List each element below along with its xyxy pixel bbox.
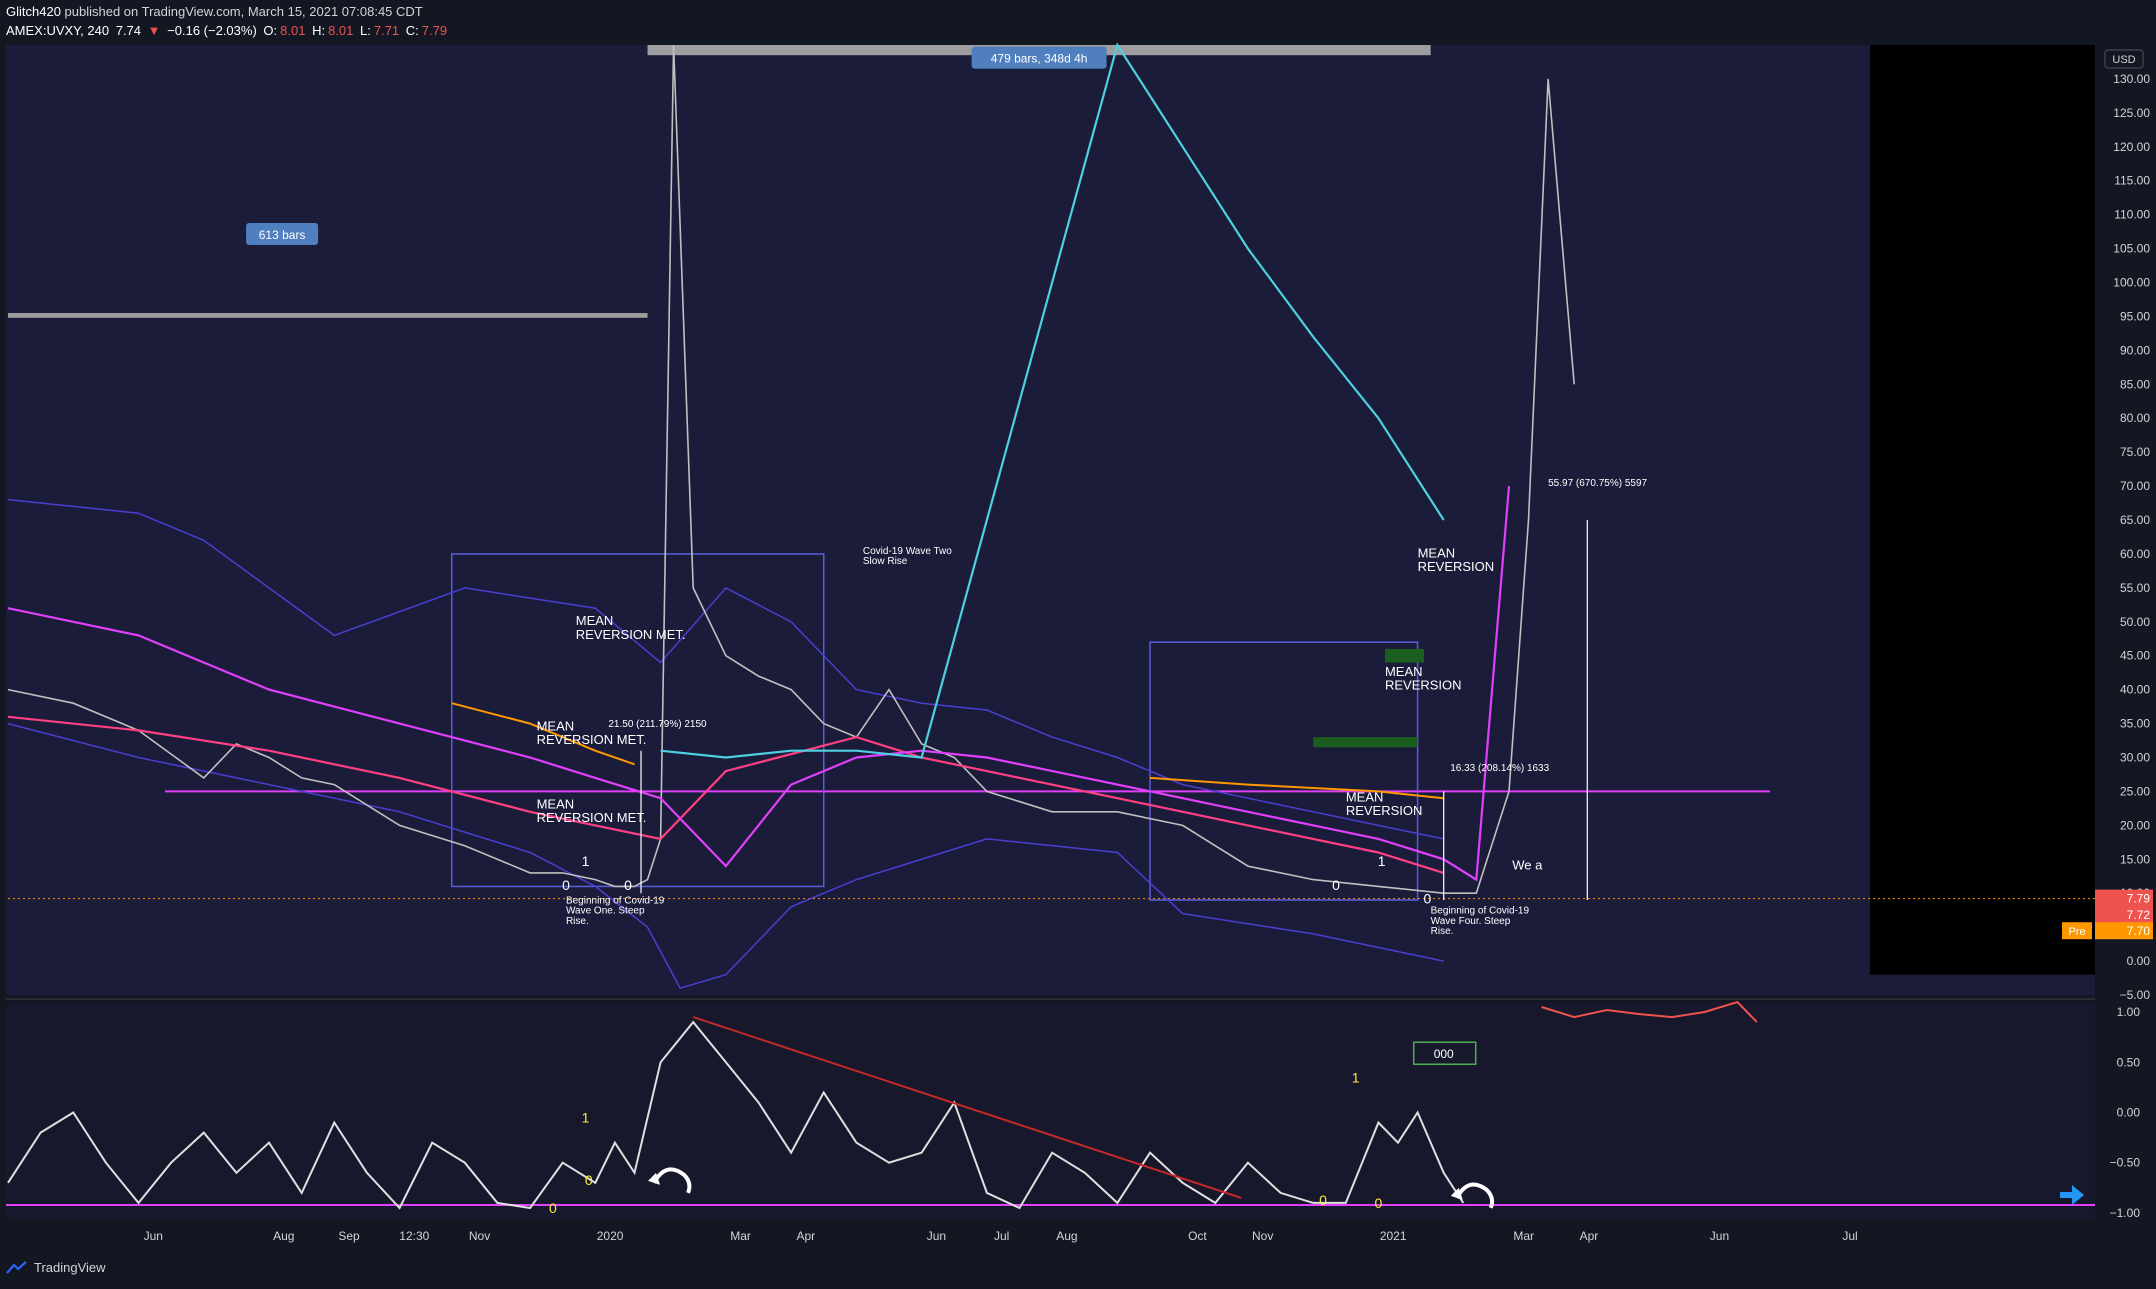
mean-reversion-label: REVERSION MET. [537,810,647,825]
time-axis-tick: Aug [1056,1229,1077,1243]
time-axis-tick: Mar [1513,1229,1534,1243]
time-axis-tick: Jun [144,1229,163,1243]
time-axis-tick: Apr [1580,1229,1599,1243]
time-axis-tick: 2021 [1380,1229,1407,1243]
price-axis-tick: 130.00 [2113,72,2150,86]
future-area [1870,45,2095,975]
oscillator-count-label: 0 [585,1172,593,1188]
mean-reversion-label: REVERSION MET. [576,627,686,642]
wave-count-label: 0 [1332,877,1340,893]
oscillator-axis-tick: −0.50 [2110,1156,2141,1170]
price-tag-text-1: 7.72 [2127,908,2151,922]
price-axis-tick: 120.00 [2113,140,2150,154]
chart-canvas[interactable]: 130.00125.00120.00115.00110.00105.00100.… [0,0,2156,1289]
footer-brand[interactable]: TradingView [34,1260,106,1275]
oscillator-axis-tick: −1.00 [2110,1206,2141,1220]
time-axis-tick: Sep [338,1229,360,1243]
bar-count-badge-text: 613 bars [259,228,306,242]
green-zone-1 [1384,648,1425,663]
wave-count-label: 0 [624,877,632,893]
price-tag-text-2: 7.70 [2127,924,2151,938]
range-box-613 [8,313,648,318]
annotation-text: 16.33 (208.14%) 1633 [1450,763,1549,774]
mean-reversion-label: REVERSION [1346,803,1423,818]
annotation-text: 21.50 (211.79%) 2150 [608,719,707,730]
tradingview-logo-icon[interactable] [6,1260,28,1275]
main-plot-area [6,45,2095,995]
time-axis-tick: Aug [273,1229,294,1243]
price-axis-tick: 0.00 [2127,954,2151,968]
time-axis-tick: Mar [730,1229,751,1243]
time-axis-tick: Oct [1188,1229,1207,1243]
price-axis-tick: 95.00 [2120,309,2150,323]
price-axis-tick: 90.00 [2120,343,2150,357]
price-axis-tick: 105.00 [2113,242,2150,256]
oscillator-axis-tick: 1.00 [2117,1005,2141,1019]
price-axis-tick: −5.00 [2120,988,2151,1002]
oscillator-count-label: 1 [582,1110,590,1126]
price-axis-tick: 40.00 [2120,683,2150,697]
price-axis-tick: 30.00 [2120,751,2150,765]
price-axis-tick: 100.00 [2113,276,2150,290]
currency-label: USD [2112,54,2135,66]
price-axis-tick: 15.00 [2120,852,2150,866]
mean-reversion-label: REVERSION MET. [537,732,647,747]
time-axis-tick: Nov [1252,1229,1273,1243]
time-axis-tick: Jun [927,1229,946,1243]
price-axis-tick: 115.00 [2114,174,2150,188]
price-axis-tick: 80.00 [2120,411,2150,425]
oscillator-count-label: 0 [549,1200,557,1216]
time-axis-tick: Jul [1842,1229,1857,1243]
price-axis-tick: 35.00 [2120,717,2150,731]
price-axis-tick: 25.00 [2120,784,2150,798]
wave-count-label: 0 [1423,890,1431,906]
oscillator-plot-area [6,1002,2095,1218]
time-axis-tick: Apr [797,1229,816,1243]
price-axis-tick: 50.00 [2120,615,2150,629]
oscillator-count-label: 0 [1375,1195,1383,1211]
time-axis-tick: 2020 [597,1229,624,1243]
time-axis-tick: 12:30 [399,1229,429,1243]
price-axis-tick: 45.00 [2120,649,2150,663]
price-axis-tick: 65.00 [2120,513,2150,527]
wave-count-label: 0 [562,877,570,893]
price-axis-tick: 55.00 [2120,581,2150,595]
wave-count-label: 1 [582,853,590,869]
price-axis-tick: 125.00 [2113,106,2150,120]
green-zone-2 [1313,737,1418,748]
price-axis-tick: 85.00 [2120,377,2150,391]
price-axis-tick: 75.00 [2120,445,2150,459]
annotation-text: Slow Rise [863,556,908,567]
price-axis-tick: 20.00 [2120,818,2150,832]
price-axis-tick: 60.00 [2120,547,2150,561]
bar-count-badge-text: 479 bars, 348d 4h [991,52,1088,66]
time-axis-tick: Jul [994,1229,1009,1243]
price-axis-tick: 110.00 [2114,208,2150,222]
price-axis-tick: 70.00 [2120,479,2150,493]
time-axis-tick: Nov [469,1229,490,1243]
oscillator-box-text: 000 [1434,1047,1454,1061]
oscillator-count-label: 1 [1352,1069,1360,1085]
pre-badge-text: Pre [2068,926,2085,938]
mean-reversion-label: REVERSION [1418,559,1495,574]
oscillator-axis-tick: 0.50 [2117,1055,2141,1069]
wave-count-label: 1 [1378,853,1386,869]
price-tag-text-0: 7.79 [2127,892,2151,906]
annotation-text: 55.97 (670.75%) 5597 [1548,478,1647,489]
mean-reversion-label: REVERSION [1385,678,1462,693]
mean-reversion-label: We a [1512,857,1543,872]
annotation-text: Rise. [1431,926,1454,937]
time-axis-tick: Jun [1710,1229,1729,1243]
oscillator-axis-tick: 0.00 [2117,1106,2141,1120]
footer: TradingView [6,1260,106,1275]
oscillator-count-label: 0 [1319,1192,1327,1208]
annotation-text: Rise. [566,916,589,927]
